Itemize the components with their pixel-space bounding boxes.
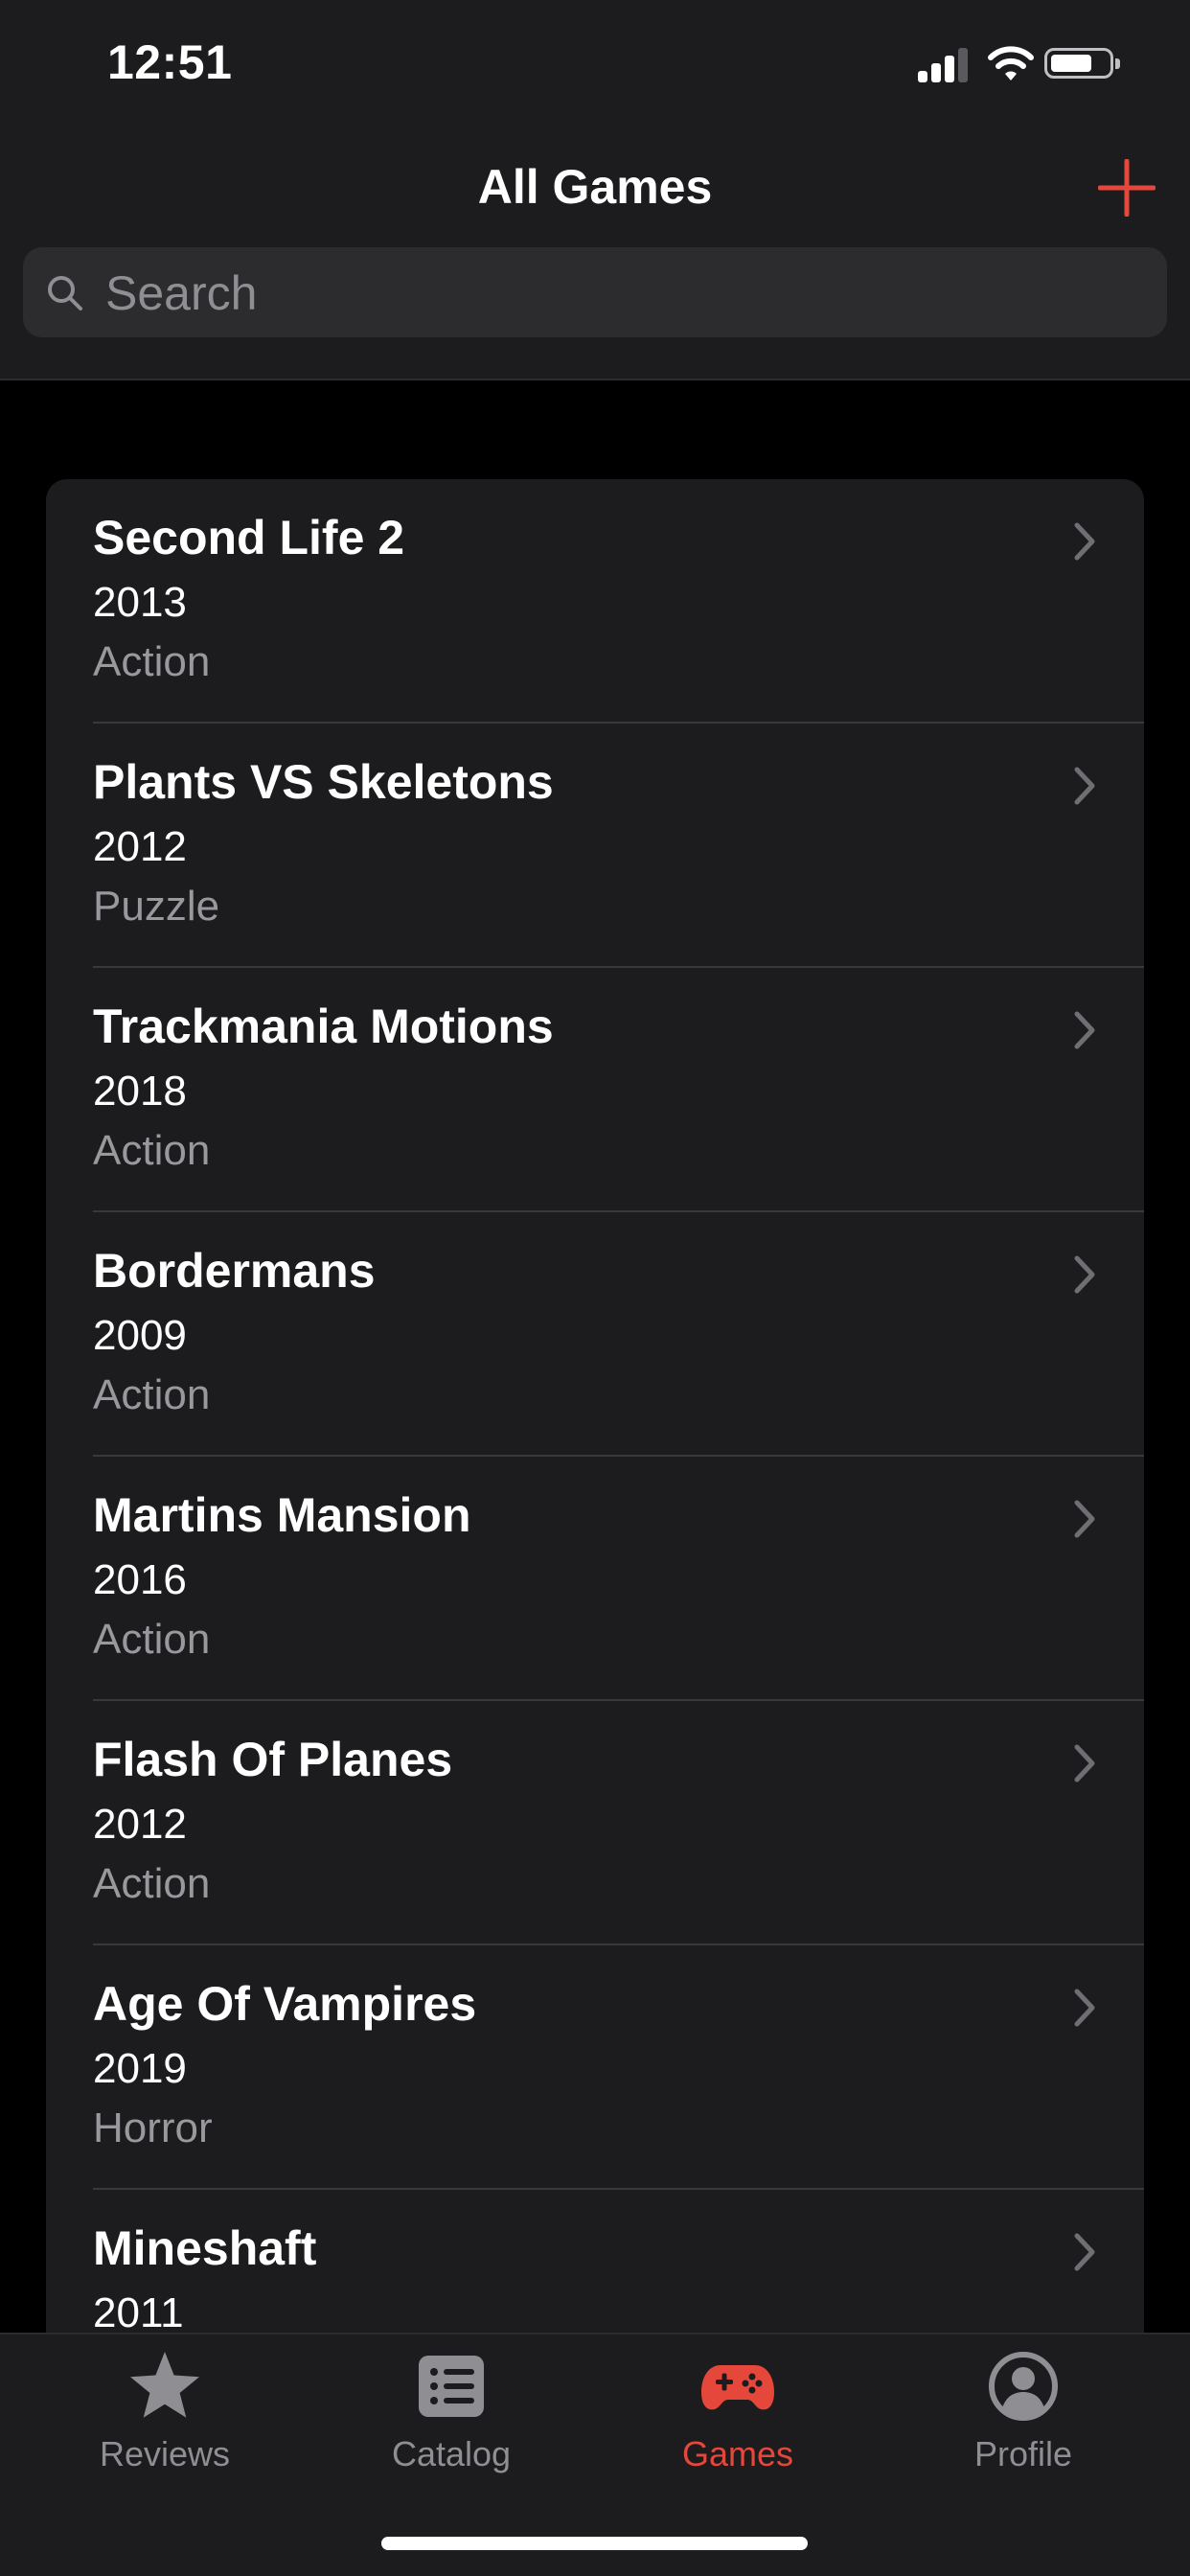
star-icon: [130, 2352, 199, 2418]
game-year: 2012: [93, 1801, 187, 1848]
tab-label: Games: [681, 2434, 794, 2473]
game-year: 2019: [93, 2045, 187, 2092]
chevron-right-icon: [1074, 1989, 1095, 2027]
gamepad-icon: [701, 2365, 774, 2410]
tab-catalog[interactable]: Catalog: [308, 2334, 595, 2488]
game-title: Mineshaft: [93, 2221, 317, 2275]
game-genre: Horror: [93, 2104, 213, 2151]
cellular-signal-icon: [918, 46, 972, 82]
game-year: 2018: [93, 1068, 187, 1115]
game-title: Flash Of Planes: [93, 1733, 453, 1786]
game-title: Age Of Vampires: [93, 1977, 477, 2031]
games-screen: 12:51 All Games Search Second Life 2 201…: [0, 0, 1190, 2576]
game-row[interactable]: Flash Of Planes 2012 Action: [46, 1701, 1144, 1945]
tab-label: Reviews: [99, 2434, 231, 2473]
chevron-right-icon: [1074, 767, 1095, 805]
game-title: Second Life 2: [93, 511, 405, 564]
chevron-right-icon: [1074, 1744, 1095, 1782]
game-row[interactable]: Plants VS Skeletons 2012 Puzzle: [46, 724, 1144, 968]
chevron-right-icon: [1074, 1011, 1095, 1049]
page-title: All Games: [477, 160, 713, 214]
chevron-right-icon: [1074, 1255, 1095, 1294]
game-genre: Action: [93, 1127, 211, 1174]
chevron-right-icon: [1074, 1500, 1095, 1538]
tab-label: Catalog: [391, 2434, 512, 2473]
game-genre: Action: [93, 1371, 211, 1418]
game-title: Plants VS Skeletons: [93, 755, 554, 809]
game-genre: Puzzle: [93, 883, 220, 930]
wifi-icon: [988, 46, 1034, 80]
navigation-header: 12:51 All Games: [0, 0, 1190, 380]
game-title: Martins Mansion: [93, 1488, 471, 1542]
home-indicator: [381, 2537, 808, 2550]
game-title: Bordermans: [93, 1244, 376, 1298]
game-row[interactable]: Martins Mansion 2016 Action: [46, 1457, 1144, 1701]
tab-games[interactable]: Games: [594, 2334, 881, 2488]
search-input[interactable]: [103, 247, 1142, 339]
search-bar[interactable]: [23, 247, 1167, 339]
tab-label: Profile: [973, 2434, 1073, 2473]
game-genre: Action: [93, 1616, 211, 1663]
game-genre: Action: [93, 638, 211, 685]
games-list: Second Life 2 2013 Action Plants VS Skeleto…: [46, 479, 1144, 2576]
game-title: Trackmania Motions: [93, 1000, 554, 1053]
game-row[interactable]: Bordermans 2009 Action: [46, 1212, 1144, 1457]
game-row[interactable]: Second Life 2 2013 Action: [46, 479, 1144, 724]
battery-icon: [1044, 48, 1120, 79]
chevron-right-icon: [1074, 522, 1095, 561]
game-year: 2016: [93, 1556, 187, 1603]
chevron-right-icon: [1074, 2233, 1095, 2271]
game-year: 2012: [93, 823, 187, 870]
search-icon: [48, 276, 82, 310]
tab-reviews[interactable]: Reviews: [21, 2334, 309, 2488]
game-year: 2013: [93, 579, 187, 626]
status-time: 12:51: [107, 35, 233, 89]
list-icon: [419, 2356, 484, 2417]
person-circle-icon: [989, 2352, 1058, 2421]
add-game-button[interactable]: [1098, 159, 1156, 217]
game-row[interactable]: Age Of Vampires 2019 Horror: [46, 1945, 1144, 2190]
game-year: 2011: [93, 2289, 184, 2336]
game-year: 2009: [93, 1312, 187, 1359]
tab-profile[interactable]: Profile: [880, 2334, 1167, 2488]
game-genre: Action: [93, 1860, 211, 1907]
game-row[interactable]: Trackmania Motions 2018 Action: [46, 968, 1144, 1212]
